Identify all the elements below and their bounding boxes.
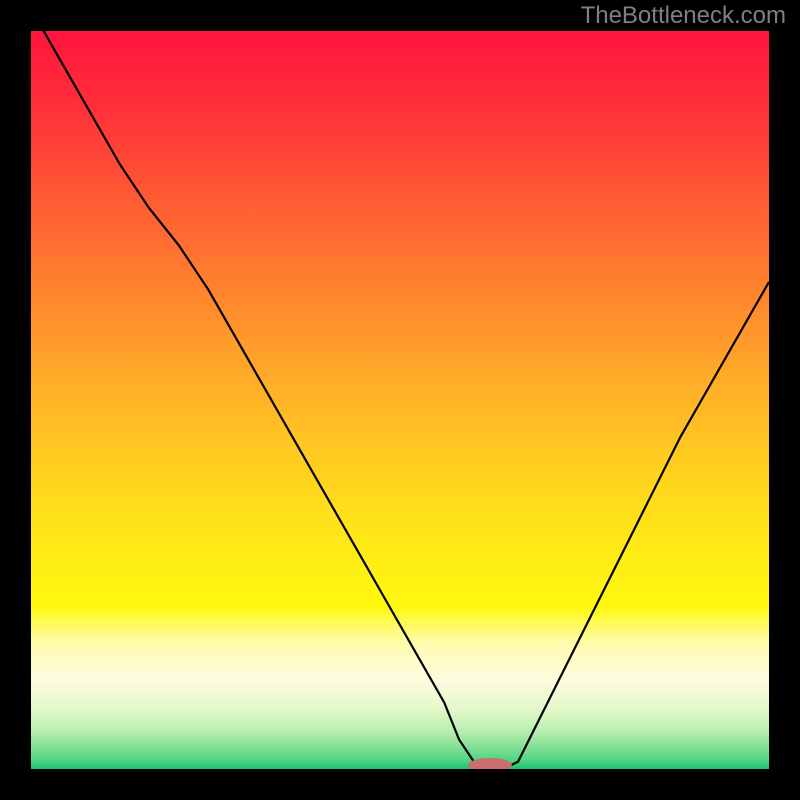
chart-svg bbox=[31, 31, 769, 769]
chart-frame: TheBottleneck.com bbox=[0, 0, 800, 800]
optimal-marker bbox=[468, 758, 512, 769]
bottleneck-curve bbox=[31, 31, 769, 769]
attribution-text: TheBottleneck.com bbox=[581, 2, 786, 30]
plot-area bbox=[31, 31, 769, 769]
